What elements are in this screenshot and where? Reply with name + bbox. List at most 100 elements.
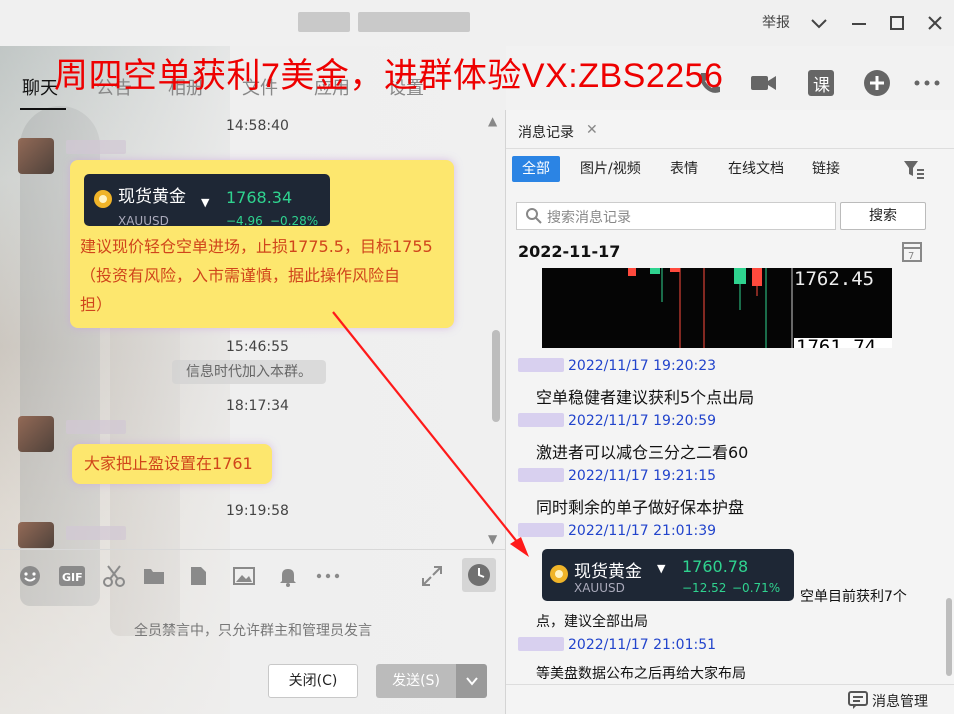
emoji-icon[interactable] (18, 564, 42, 586)
scroll-up-icon[interactable]: ▲ (488, 114, 497, 128)
message-time: 14:58:40 (226, 118, 289, 134)
message-line: 建议现价轻仓空单进场，止损1775.5，目标1755 (80, 237, 433, 256)
entry-text: 空单稳健者建议获利5个点出局 (536, 388, 755, 407)
title-bar: 举报 (0, 0, 954, 46)
folder-icon[interactable] (142, 564, 166, 586)
report-button[interactable]: 举报 (762, 12, 790, 34)
send-options-chevron-icon[interactable] (456, 664, 487, 698)
filter-settings-icon[interactable] (902, 158, 926, 184)
message-line: 担） (80, 295, 113, 314)
message-bubble[interactable]: 大家把止盈设置在1761 (72, 444, 272, 484)
sender-name (518, 358, 564, 372)
sender-name (66, 526, 126, 540)
svg-text:GIF: GIF (62, 571, 83, 584)
filter-links[interactable]: 链接 (802, 156, 850, 182)
chart-thumbnail[interactable]: 1762.45 1761.74 (542, 268, 892, 348)
chart-price-high: 1762.45 (794, 268, 875, 290)
message-time: 18:17:34 (226, 398, 289, 414)
close-icon[interactable] (924, 12, 946, 34)
svg-text:7: 7 (908, 251, 914, 262)
tab-chat[interactable]: 聊天 (22, 74, 58, 100)
more-icon[interactable] (912, 68, 942, 98)
chart-price-low: 1761.74 (796, 336, 877, 348)
filter-media[interactable]: 图片/视频 (570, 156, 651, 182)
maximize-icon[interactable] (886, 12, 908, 34)
stock-name: 现货黄金 (574, 562, 642, 582)
entry-text: 点，建议全部出局 (536, 614, 648, 630)
stock-card[interactable]: 现货黄金 ▼ XAUUSD 1760.78 −12.52 −0.71% (542, 549, 794, 601)
input-toolbar: GIF (0, 549, 506, 599)
close-button[interactable]: 关闭(C) (268, 664, 358, 698)
history-tab[interactable]: 消息记录 (518, 122, 574, 142)
sender-name (518, 637, 564, 651)
entry-time: 2022/11/17 21:01:51 (568, 637, 717, 653)
send-button[interactable]: 发送(S) (376, 664, 456, 698)
tab-divider (506, 148, 954, 149)
avatar[interactable] (18, 416, 54, 452)
message-bubble[interactable]: 现货黄金 ▼ XAUUSD 1768.34 −4.96 −0.28% 建议现价轻… (70, 160, 454, 328)
entry-meta: 2022/11/17 19:20:59 (518, 413, 716, 429)
minimize-icon[interactable] (848, 12, 870, 34)
entry-text: 等美盘数据公布之后再给大家布局 (536, 666, 746, 682)
sender-name (66, 420, 126, 434)
history-search-input[interactable]: 搜索消息记录 (516, 202, 836, 230)
stock-change: −12.52 (682, 581, 727, 595)
sender-name (518, 523, 564, 537)
entry-text: 同时剩余的单子做好保本护盘 (536, 498, 745, 517)
history-panel: 消息记录 ✕ 全部 图片/视频 表情 在线文档 链接 搜索消息记录 搜索 202… (506, 110, 954, 714)
avatar[interactable] (18, 522, 54, 548)
entry-time: 2022/11/17 19:20:59 (568, 413, 717, 429)
video-icon[interactable] (748, 68, 778, 98)
message-line: （投资有风险，入市需谨慎，据此操作风险自 (80, 266, 401, 285)
history-clock-button[interactable] (462, 558, 496, 592)
expand-icon[interactable] (420, 564, 444, 586)
history-footer: 消息管理 (506, 684, 954, 714)
sender-name (66, 140, 126, 154)
history-scrollbar[interactable] (946, 598, 952, 676)
entry-meta: 2022/11/17 21:01:39 (518, 523, 716, 539)
entry-time: 2022/11/17 19:21:15 (568, 468, 717, 484)
gold-coin-icon (550, 565, 568, 583)
bell-icon[interactable] (276, 564, 300, 587)
image-icon[interactable] (232, 564, 256, 586)
message-manage-button[interactable]: 消息管理 (872, 691, 928, 711)
entry-meta: 2022/11/17 19:20:23 (518, 358, 716, 374)
muted-notice: 全员禁言中，只允许群主和管理员发言 (134, 623, 372, 639)
chevron-down-icon[interactable] (808, 12, 830, 34)
avatar[interactable] (18, 138, 54, 174)
scissors-icon[interactable] (102, 564, 126, 587)
blurred-title (298, 12, 350, 32)
gif-icon[interactable]: GIF (58, 564, 86, 586)
stock-code: XAUUSD (574, 581, 625, 595)
filter-docs[interactable]: 在线文档 (718, 156, 794, 182)
filter-stickers[interactable]: 表情 (660, 156, 708, 182)
message-text: 建议现价轻仓空单进场，止损1775.5，目标1755 （投资有风险，入市需谨慎，… (80, 232, 452, 319)
stock-change-pct: −0.71% (732, 581, 781, 595)
entry-time: 2022/11/17 19:20:23 (568, 358, 717, 374)
stock-card[interactable]: 现货黄金 ▼ XAUUSD 1768.34 −4.96 −0.28% (84, 174, 330, 228)
entry-meta: 2022/11/17 19:21:15 (518, 468, 716, 484)
system-message: 信息时代加入本群。 (172, 360, 326, 384)
class-label: 课 (813, 76, 830, 96)
caret-down-icon: ▼ (657, 562, 666, 575)
scroll-down-icon[interactable]: ▼ (488, 532, 497, 546)
sender-name (518, 413, 564, 427)
search-placeholder: 搜索消息记录 (547, 210, 631, 226)
message-time: 15:46:55 (226, 339, 289, 355)
document-icon[interactable] (186, 564, 210, 586)
close-history-icon[interactable]: ✕ (586, 122, 598, 138)
history-date: 2022-11-17 (518, 242, 621, 261)
entry-text: 空单目前获利7个 (800, 589, 907, 605)
entry-text: 激进者可以减仓三分之二看60 (536, 443, 749, 462)
chat-scrollbar[interactable] (492, 330, 500, 422)
clock-icon (468, 564, 490, 586)
search-button[interactable]: 搜索 (840, 202, 926, 230)
add-icon[interactable] (862, 68, 892, 98)
more-tools-icon[interactable] (314, 564, 342, 586)
sender-name (518, 468, 564, 482)
promo-headline: 周四空单获利7美金，进群体验VX:ZBS2256 (54, 57, 724, 95)
calendar-icon[interactable]: 7 (902, 240, 922, 266)
stock-price: 1760.78 (682, 557, 749, 576)
message-manage-icon[interactable] (848, 691, 868, 713)
filter-all[interactable]: 全部 (512, 156, 560, 182)
